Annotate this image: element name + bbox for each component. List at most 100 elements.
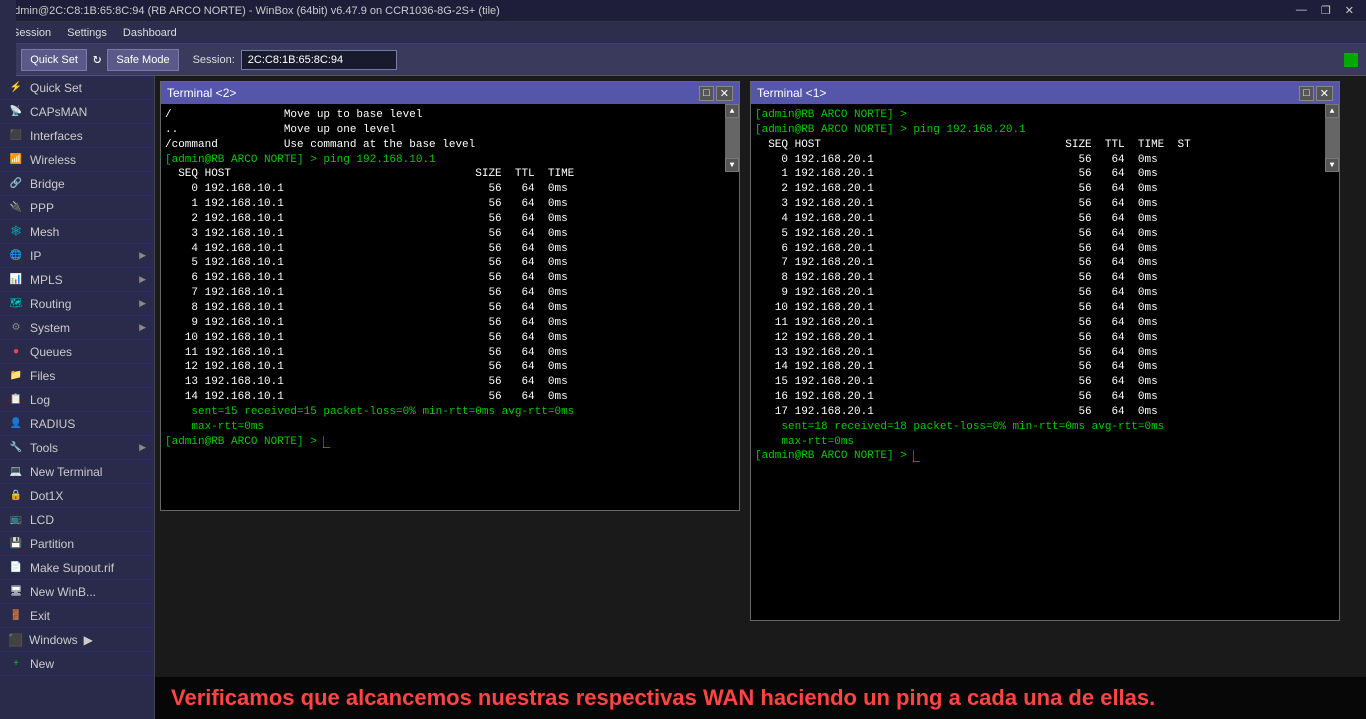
- queues-icon: ●: [8, 344, 24, 360]
- sidebar-label-radius: RADIUS: [30, 417, 75, 431]
- sidebar-label-quick-set: Quick Set: [30, 81, 82, 95]
- mesh-icon: 🕸: [8, 224, 24, 240]
- sidebar-item-exit[interactable]: 🚪 Exit: [0, 604, 154, 628]
- sidebar-item-partition[interactable]: 💾 Partition: [0, 532, 154, 556]
- safe-mode-button[interactable]: Safe Mode: [107, 49, 178, 71]
- system-arrow: ▶: [139, 322, 146, 333]
- refresh-icon[interactable]: ↻: [93, 51, 101, 68]
- sidebar-item-log[interactable]: 📋 Log: [0, 388, 154, 412]
- terminal-2-scrollbar[interactable]: ▲ ▼: [725, 104, 739, 172]
- status-indicator: [1344, 53, 1358, 67]
- scroll-down-btn-t1[interactable]: ▼: [1325, 158, 1339, 172]
- terminal-2-controls[interactable]: □ ✕: [699, 86, 733, 101]
- scroll-track-t1: [1325, 118, 1339, 158]
- sidebar-label-ip: IP: [30, 249, 41, 263]
- routing-icon: 🗺: [8, 296, 24, 312]
- tools-icon: 🔧: [8, 440, 24, 456]
- main-layout: RouterOS WinBox ⚡ Quick Set 📡 CAPsMAN ⬛ …: [0, 76, 1366, 719]
- sidebar-label-files: Files: [30, 369, 55, 383]
- sidebar-label-mpls: MPLS: [30, 273, 63, 287]
- sidebar-item-new-terminal[interactable]: 💻 New Terminal: [0, 460, 154, 484]
- interfaces-icon: ⬛: [8, 128, 24, 144]
- quick-set-button[interactable]: Quick Set: [21, 49, 87, 71]
- sidebar-item-mesh[interactable]: 🕸 Mesh: [0, 220, 154, 244]
- exit-icon: 🚪: [8, 608, 24, 624]
- sidebar-item-mpls[interactable]: 📊 MPLS ▶: [0, 268, 154, 292]
- sidebar-item-interfaces[interactable]: ⬛ Interfaces: [0, 124, 154, 148]
- session-input[interactable]: [241, 50, 397, 70]
- terminal-2-window: Terminal <2> □ ✕ / Move up to base level…: [160, 81, 740, 511]
- new-terminal-icon: 💻: [8, 464, 24, 480]
- sidebar-item-ppp[interactable]: 🔌 PPP: [0, 196, 154, 220]
- sidebar-label-lcd: LCD: [30, 513, 54, 527]
- terminal-1-controls[interactable]: □ ✕: [1299, 86, 1333, 101]
- sidebar-item-wireless[interactable]: 📶 Wireless: [0, 148, 154, 172]
- sidebar-label-mesh: Mesh: [30, 225, 59, 239]
- sidebar-label-make-supout: Make Supout.rif: [30, 561, 114, 575]
- titlebar: admin@2C:C8:1B:65:8C:94 (RB ARCO NORTE) …: [0, 0, 1366, 22]
- terminal-2-maximize[interactable]: □: [699, 86, 714, 101]
- dot1x-icon: 🔒: [8, 488, 24, 504]
- sidebar-item-make-supout[interactable]: 📄 Make Supout.rif: [0, 556, 154, 580]
- sidebar-item-capsman[interactable]: 📡 CAPsMAN: [0, 100, 154, 124]
- sidebar-label-queues: Queues: [30, 345, 72, 359]
- sidebar-label-ppp: PPP: [30, 201, 54, 215]
- sidebar-item-quick-set[interactable]: ⚡ Quick Set: [0, 76, 154, 100]
- sidebar-item-queues[interactable]: ● Queues: [0, 340, 154, 364]
- sidebar-item-dot1x[interactable]: 🔒 Dot1X: [0, 484, 154, 508]
- terminal-1-title: Terminal <1>: [757, 86, 826, 100]
- menu-dashboard[interactable]: Dashboard: [115, 25, 185, 41]
- sidebar-item-routing[interactable]: 🗺 Routing ▶: [0, 292, 154, 316]
- toolbar: ⚡ Quick Set ↻ Safe Mode Session:: [0, 44, 1366, 76]
- sidebar-item-ip[interactable]: 🌐 IP ▶: [0, 244, 154, 268]
- terminal-2-body[interactable]: / Move up to base level .. Move up one l…: [161, 104, 739, 510]
- scroll-up-btn-t1[interactable]: ▲: [1325, 104, 1339, 118]
- sidebar-label-exit: Exit: [30, 609, 50, 623]
- sidebar-item-tools[interactable]: 🔧 Tools ▶: [0, 436, 154, 460]
- sidebar-item-radius[interactable]: 👤 RADIUS: [0, 412, 154, 436]
- new-winbox-icon: 🖥: [8, 584, 24, 600]
- sidebar-label-new: New: [30, 657, 54, 671]
- terminal-1-scrollbar[interactable]: ▲ ▼: [1325, 104, 1339, 172]
- maximize-btn[interactable]: ❐: [1317, 4, 1335, 17]
- sidebar-item-new-winbox[interactable]: 🖥 New WinB...: [0, 580, 154, 604]
- terminal-1-close[interactable]: ✕: [1316, 86, 1333, 101]
- sidebar-label-dot1x: Dot1X: [30, 489, 63, 503]
- scroll-thumb[interactable]: [725, 118, 739, 158]
- partition-icon: 💾: [8, 536, 24, 552]
- terminal-1-titlebar: Terminal <1> □ ✕: [751, 82, 1339, 104]
- sidebar-item-system[interactable]: ⚙ System ▶: [0, 316, 154, 340]
- terminal-2-close[interactable]: ✕: [716, 86, 733, 101]
- sidebar-label-system: System: [30, 321, 70, 335]
- ip-icon: 🌐: [8, 248, 24, 264]
- scroll-down-btn[interactable]: ▼: [725, 158, 739, 172]
- sidebar-item-windows[interactable]: ⬛ Windows ▶: [0, 628, 154, 652]
- scroll-thumb-t1[interactable]: [1325, 118, 1339, 158]
- mpls-icon: 📊: [8, 272, 24, 288]
- sidebar-label-bridge: Bridge: [30, 177, 65, 191]
- minimize-btn[interactable]: —: [1292, 4, 1311, 17]
- sidebar-item-bridge[interactable]: 🔗 Bridge: [0, 172, 154, 196]
- scroll-up-btn[interactable]: ▲: [725, 104, 739, 118]
- subtitle-text: Verificamos que alcancemos nuestras resp…: [171, 685, 1155, 710]
- wireless-icon: 📶: [8, 152, 24, 168]
- sidebar-label-routing: Routing: [30, 297, 71, 311]
- close-btn[interactable]: ✕: [1341, 4, 1358, 17]
- titlebar-controls[interactable]: — ❐ ✕: [1292, 4, 1358, 17]
- capsman-icon: 📡: [8, 104, 24, 120]
- routing-arrow: ▶: [139, 298, 146, 309]
- lcd-icon: 📺: [8, 512, 24, 528]
- tools-arrow: ▶: [139, 442, 146, 453]
- terminal-1-body[interactable]: [admin@RB ARCO NORTE] > [admin@RB ARCO N…: [751, 104, 1339, 620]
- sidebar-label-interfaces: Interfaces: [30, 129, 83, 143]
- sidebar-label-new-terminal: New Terminal: [30, 465, 102, 479]
- make-supout-icon: 📄: [8, 560, 24, 576]
- terminal-1-maximize[interactable]: □: [1299, 86, 1314, 101]
- sidebar-item-lcd[interactable]: 📺 LCD: [0, 508, 154, 532]
- terminal-2-title: Terminal <2>: [167, 86, 236, 100]
- menu-settings[interactable]: Settings: [59, 25, 115, 41]
- sidebar-item-files[interactable]: 📁 Files: [0, 364, 154, 388]
- sidebar-item-new[interactable]: + New: [0, 652, 154, 676]
- radius-icon: 👤: [8, 416, 24, 432]
- titlebar-title: admin@2C:C8:1B:65:8C:94 (RB ARCO NORTE) …: [8, 5, 500, 17]
